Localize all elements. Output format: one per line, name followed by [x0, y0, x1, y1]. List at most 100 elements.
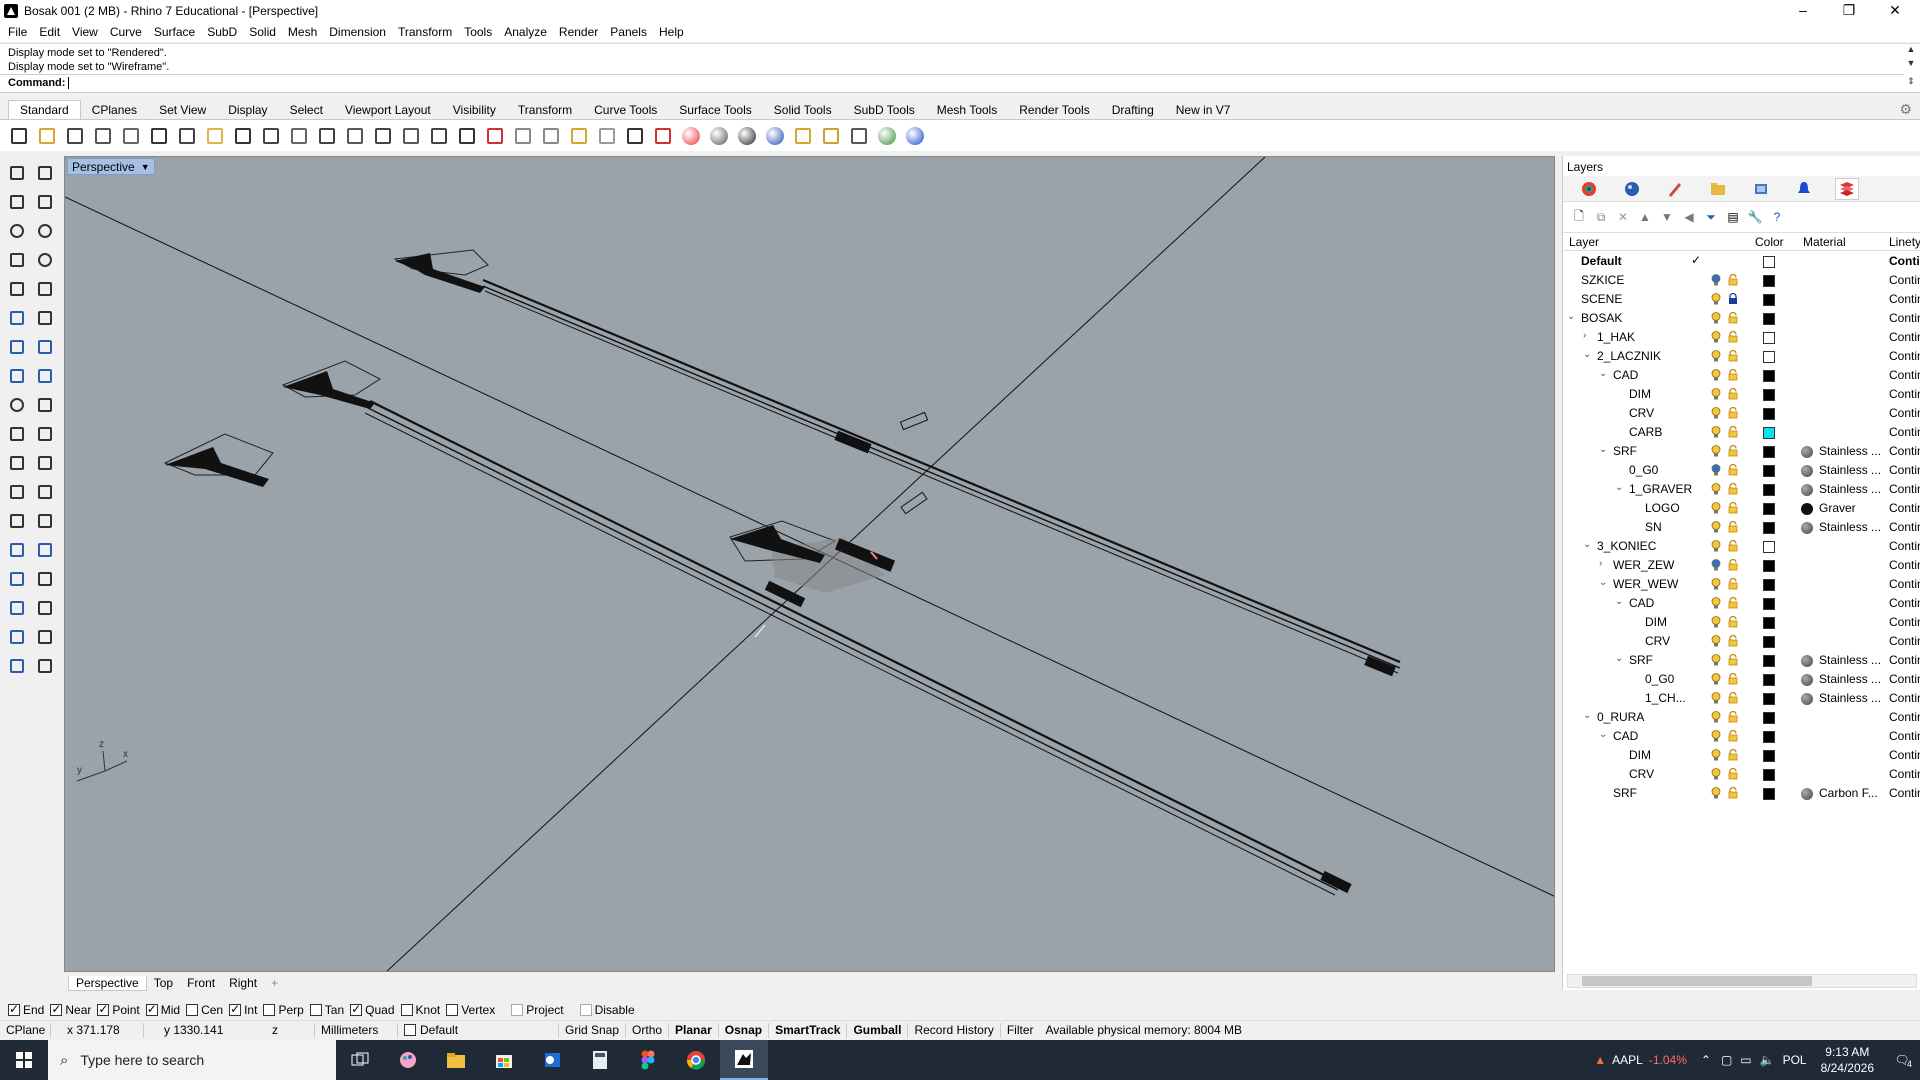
material-ball-icon[interactable] [1801, 655, 1813, 667]
viewport-tab-perspective[interactable]: Perspective [68, 975, 147, 991]
osnap-tan[interactable]: Tan [309, 1003, 344, 1017]
layer-color-swatch[interactable] [1763, 541, 1775, 553]
unlocked-icon[interactable] [1728, 615, 1738, 628]
osnap-near[interactable]: Near [50, 1002, 91, 1017]
tray-chevron-icon[interactable]: ⌃ [1701, 1053, 1711, 1067]
tab-subd-tools[interactable]: SubD Tools [843, 101, 926, 119]
layer-material[interactable]: Carbon F... [1819, 786, 1885, 800]
outlook-app-icon[interactable] [528, 1040, 576, 1080]
new-icon[interactable] [8, 125, 30, 147]
layer-linetype[interactable]: Contin [1889, 387, 1920, 401]
visibility-bulb-icon[interactable] [1711, 673, 1721, 685]
layer-color-swatch[interactable] [1763, 313, 1775, 325]
osnap-checkbox[interactable] [97, 1002, 110, 1016]
layer-material[interactable]: Stainless ... [1819, 653, 1885, 667]
menu-tools[interactable]: Tools [458, 25, 498, 39]
polygon-icon[interactable] [6, 278, 28, 300]
osnap-project[interactable]: Project [511, 1003, 564, 1017]
layer-row[interactable]: ⌄ WER_WEW Contin [1563, 575, 1920, 594]
fillet-icon[interactable] [6, 481, 28, 503]
osnap-checkbox[interactable] [400, 1004, 413, 1016]
unlocked-icon[interactable] [1728, 786, 1738, 799]
column-layer[interactable]: Layer [1569, 235, 1599, 249]
box-icon[interactable] [6, 336, 28, 358]
layer-row[interactable]: ⌄ CAD Contin [1563, 366, 1920, 385]
locked-icon[interactable] [1728, 292, 1738, 305]
unlocked-icon[interactable] [1728, 368, 1738, 381]
unlocked-icon[interactable] [1728, 330, 1738, 343]
layer-name[interactable]: 0_G0 [1629, 463, 1658, 477]
unlocked-icon[interactable] [1728, 729, 1738, 742]
help-icon[interactable] [904, 125, 926, 147]
layer-name[interactable]: CRV [1629, 767, 1654, 781]
layer-color-swatch[interactable] [1763, 275, 1775, 287]
layer-row[interactable]: SN Stainless ... Contin [1563, 518, 1920, 537]
visibility-bulb-icon[interactable] [1711, 483, 1721, 495]
layer-name[interactable]: LOGO [1645, 501, 1680, 515]
car-icon[interactable] [484, 125, 506, 147]
extrude-icon[interactable] [34, 307, 56, 329]
unlocked-icon[interactable] [1728, 520, 1738, 533]
layer-name[interactable]: 1_GRAVER [1629, 482, 1692, 496]
visibility-bulb-icon[interactable] [1711, 521, 1721, 533]
car-2-icon[interactable] [512, 125, 534, 147]
layer-color-swatch[interactable] [1763, 598, 1775, 610]
layer-color-swatch[interactable] [1763, 560, 1775, 572]
layer-color-swatch[interactable] [1763, 256, 1775, 268]
join-icon[interactable] [6, 452, 28, 474]
layer-color-swatch[interactable] [1763, 522, 1775, 534]
material-ball-icon[interactable] [1801, 522, 1813, 534]
osnap-checkbox[interactable] [309, 1004, 322, 1016]
layer-linetype[interactable]: Contin [1889, 710, 1920, 724]
layer-row[interactable]: ⌄ 3_KONIEC Contin [1563, 537, 1920, 556]
column-color[interactable]: Color [1755, 235, 1784, 249]
layer-linetype[interactable]: Contin [1889, 406, 1920, 420]
layer-tools-icon[interactable]: 🔧 [1747, 209, 1763, 225]
visibility-bulb-icon[interactable] [1711, 502, 1721, 514]
collapse-chevron-icon[interactable]: ⌄ [1583, 349, 1591, 360]
layer-linetype[interactable]: Contin [1889, 501, 1920, 515]
menu-panels[interactable]: Panels [604, 25, 653, 39]
layer-color-swatch[interactable] [1763, 731, 1775, 743]
move-view-icon[interactable] [288, 125, 310, 147]
unlocked-icon[interactable] [1728, 558, 1738, 571]
layer-material[interactable]: Graver [1819, 501, 1885, 515]
environment-tab-icon[interactable] [1749, 178, 1773, 200]
viewport[interactable]: y z x Perspective ▼ [64, 156, 1555, 972]
visibility-bulb-icon[interactable] [1711, 426, 1721, 438]
layer-linetype[interactable]: Contin [1889, 349, 1920, 363]
layer-linetype[interactable]: Contin [1889, 558, 1920, 572]
notification-center-icon[interactable]: 🗨 4 [1884, 1053, 1920, 1069]
visibility-bulb-icon[interactable] [1711, 331, 1721, 343]
layer-color-swatch[interactable] [1763, 465, 1775, 477]
render-icon[interactable] [34, 394, 56, 416]
layer-material[interactable]: Stainless ... [1819, 444, 1885, 458]
tab-transform[interactable]: Transform [507, 101, 583, 119]
layer-linetype[interactable]: Contin [1889, 463, 1920, 477]
layer-linetype[interactable]: Contin [1889, 577, 1920, 591]
zoom-extents-icon[interactable] [372, 125, 394, 147]
osnap-mid[interactable]: Mid [145, 1002, 180, 1017]
tab-cplanes[interactable]: CPlanes [81, 101, 148, 119]
stock-widget-icon[interactable]: ▲ [1594, 1053, 1606, 1067]
visibility-bulb-icon[interactable] [1711, 407, 1721, 419]
light-icon[interactable] [6, 394, 28, 416]
visibility-bulb-icon[interactable] [1711, 749, 1721, 761]
unlocked-icon[interactable] [1728, 311, 1738, 324]
taskbar-search-box[interactable]: ⌕ Type here to search [48, 1040, 336, 1080]
collapse-chevron-icon[interactable]: ⌄ [1599, 368, 1607, 379]
add-viewport-tab-icon[interactable]: + [264, 976, 285, 990]
layer-row[interactable]: ⌄ CAD Contin [1563, 727, 1920, 746]
restore-button[interactable]: ❐ [1826, 0, 1872, 22]
layer-linetype[interactable]: Contin [1889, 368, 1920, 382]
osnap-checkbox[interactable] [229, 1002, 242, 1016]
grid-array-icon[interactable] [6, 597, 28, 619]
task-view-icon[interactable] [336, 1040, 384, 1080]
layer-name[interactable]: DIM [1629, 748, 1651, 762]
input-language[interactable]: POL [1783, 1053, 1807, 1067]
new-sublayer-icon[interactable]: ⧉ [1593, 209, 1609, 225]
layer-row[interactable]: › 1_HAK Contin [1563, 328, 1920, 347]
status-layer[interactable]: Default [398, 1023, 558, 1037]
unlocked-icon[interactable] [1728, 387, 1738, 400]
layer-row[interactable]: ⌄ 2_LACZNIK Contin [1563, 347, 1920, 366]
